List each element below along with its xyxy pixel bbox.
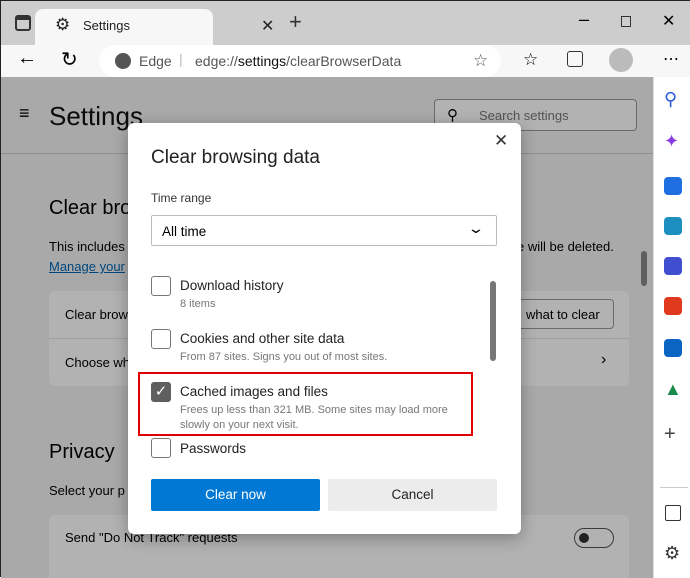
hide-sidebar-icon[interactable]: [665, 505, 681, 521]
favorites-icon[interactable]: ☆: [523, 50, 538, 70]
clear-now-button[interactable]: Clear now: [151, 479, 320, 511]
time-range-select[interactable]: All time ⌄: [151, 215, 497, 246]
edge-logo-icon: [115, 53, 131, 69]
tab-bar: ⚙ Settings ✕ + – ✕: [1, 1, 690, 45]
highlight-box: [138, 372, 473, 436]
refresh-icon[interactable]: ↻: [61, 47, 78, 72]
button-label: Clear now: [205, 487, 266, 502]
address-bar[interactable]: Edge | edge://settings/clearBrowserData …: [99, 45, 501, 77]
url-bold: settings: [237, 53, 287, 69]
button-label: Cancel: [391, 487, 434, 502]
dialog-title: Clear browsing data: [151, 147, 320, 168]
site-label: Edge: [139, 53, 172, 69]
maximize-icon[interactable]: [621, 16, 631, 27]
item-sub: From 87 sites. Signs you out of most sit…: [180, 351, 388, 363]
cancel-button[interactable]: Cancel: [328, 479, 497, 511]
divider: |: [179, 51, 183, 67]
toolbar: ← ↻ Edge | edge://settings/clearBrowserD…: [1, 45, 690, 77]
cookies-checkbox[interactable]: [151, 329, 171, 349]
chevron-down-icon: ⌄: [467, 220, 485, 236]
tab-actions-icon[interactable]: [15, 15, 31, 31]
back-icon[interactable]: ←: [17, 47, 37, 70]
passwords-checkbox[interactable]: [151, 438, 171, 458]
search-icon[interactable]: ⚲: [664, 89, 677, 110]
avatar[interactable]: [609, 48, 633, 72]
tools-icon[interactable]: [664, 217, 682, 235]
item-sub: 8 items: [180, 298, 216, 310]
item-label: Passwords: [180, 441, 247, 456]
tab-title: Settings: [83, 18, 130, 33]
shopping-icon[interactable]: [664, 177, 682, 195]
outlook-icon[interactable]: [664, 339, 682, 357]
games-icon[interactable]: [664, 257, 682, 275]
settings-gear-icon[interactable]: ⚙: [664, 543, 680, 564]
tree-icon[interactable]: ▲: [664, 379, 682, 400]
select-value: All time: [162, 224, 207, 239]
clear-browsing-data-dialog: ✕ Clear browsing data Time range All tim…: [128, 123, 521, 534]
item-label: Cookies and other site data: [180, 331, 345, 346]
edge-sidebar: ⚲ ✦ ▲ + ⚙: [653, 77, 690, 578]
add-favorite-icon[interactable]: ☆: [473, 51, 488, 71]
minimize-icon[interactable]: –: [579, 9, 589, 30]
url-suffix: /clearBrowserData: [286, 53, 402, 69]
more-icon[interactable]: ⋯: [663, 49, 679, 69]
add-icon[interactable]: +: [664, 423, 676, 446]
new-tab-icon[interactable]: +: [289, 9, 302, 35]
divider: [660, 487, 688, 488]
time-range-label: Time range: [151, 191, 212, 205]
close-tab-icon[interactable]: ✕: [261, 16, 274, 36]
copilot-icon[interactable]: ✦: [664, 131, 679, 152]
download-history-checkbox[interactable]: [151, 276, 171, 296]
close-window-icon[interactable]: ✕: [662, 11, 675, 31]
item-label: Download history: [180, 278, 284, 293]
office-icon[interactable]: [664, 297, 682, 315]
gear-icon: ⚙: [55, 15, 71, 34]
close-icon[interactable]: ✕: [494, 131, 508, 151]
url: edge://settings/clearBrowserData: [195, 53, 401, 69]
tab-settings[interactable]: ⚙ Settings ✕: [35, 9, 274, 45]
dialog-scrollbar[interactable]: [490, 281, 496, 361]
url-prefix: edge://: [195, 53, 238, 69]
collections-icon[interactable]: [567, 51, 583, 67]
